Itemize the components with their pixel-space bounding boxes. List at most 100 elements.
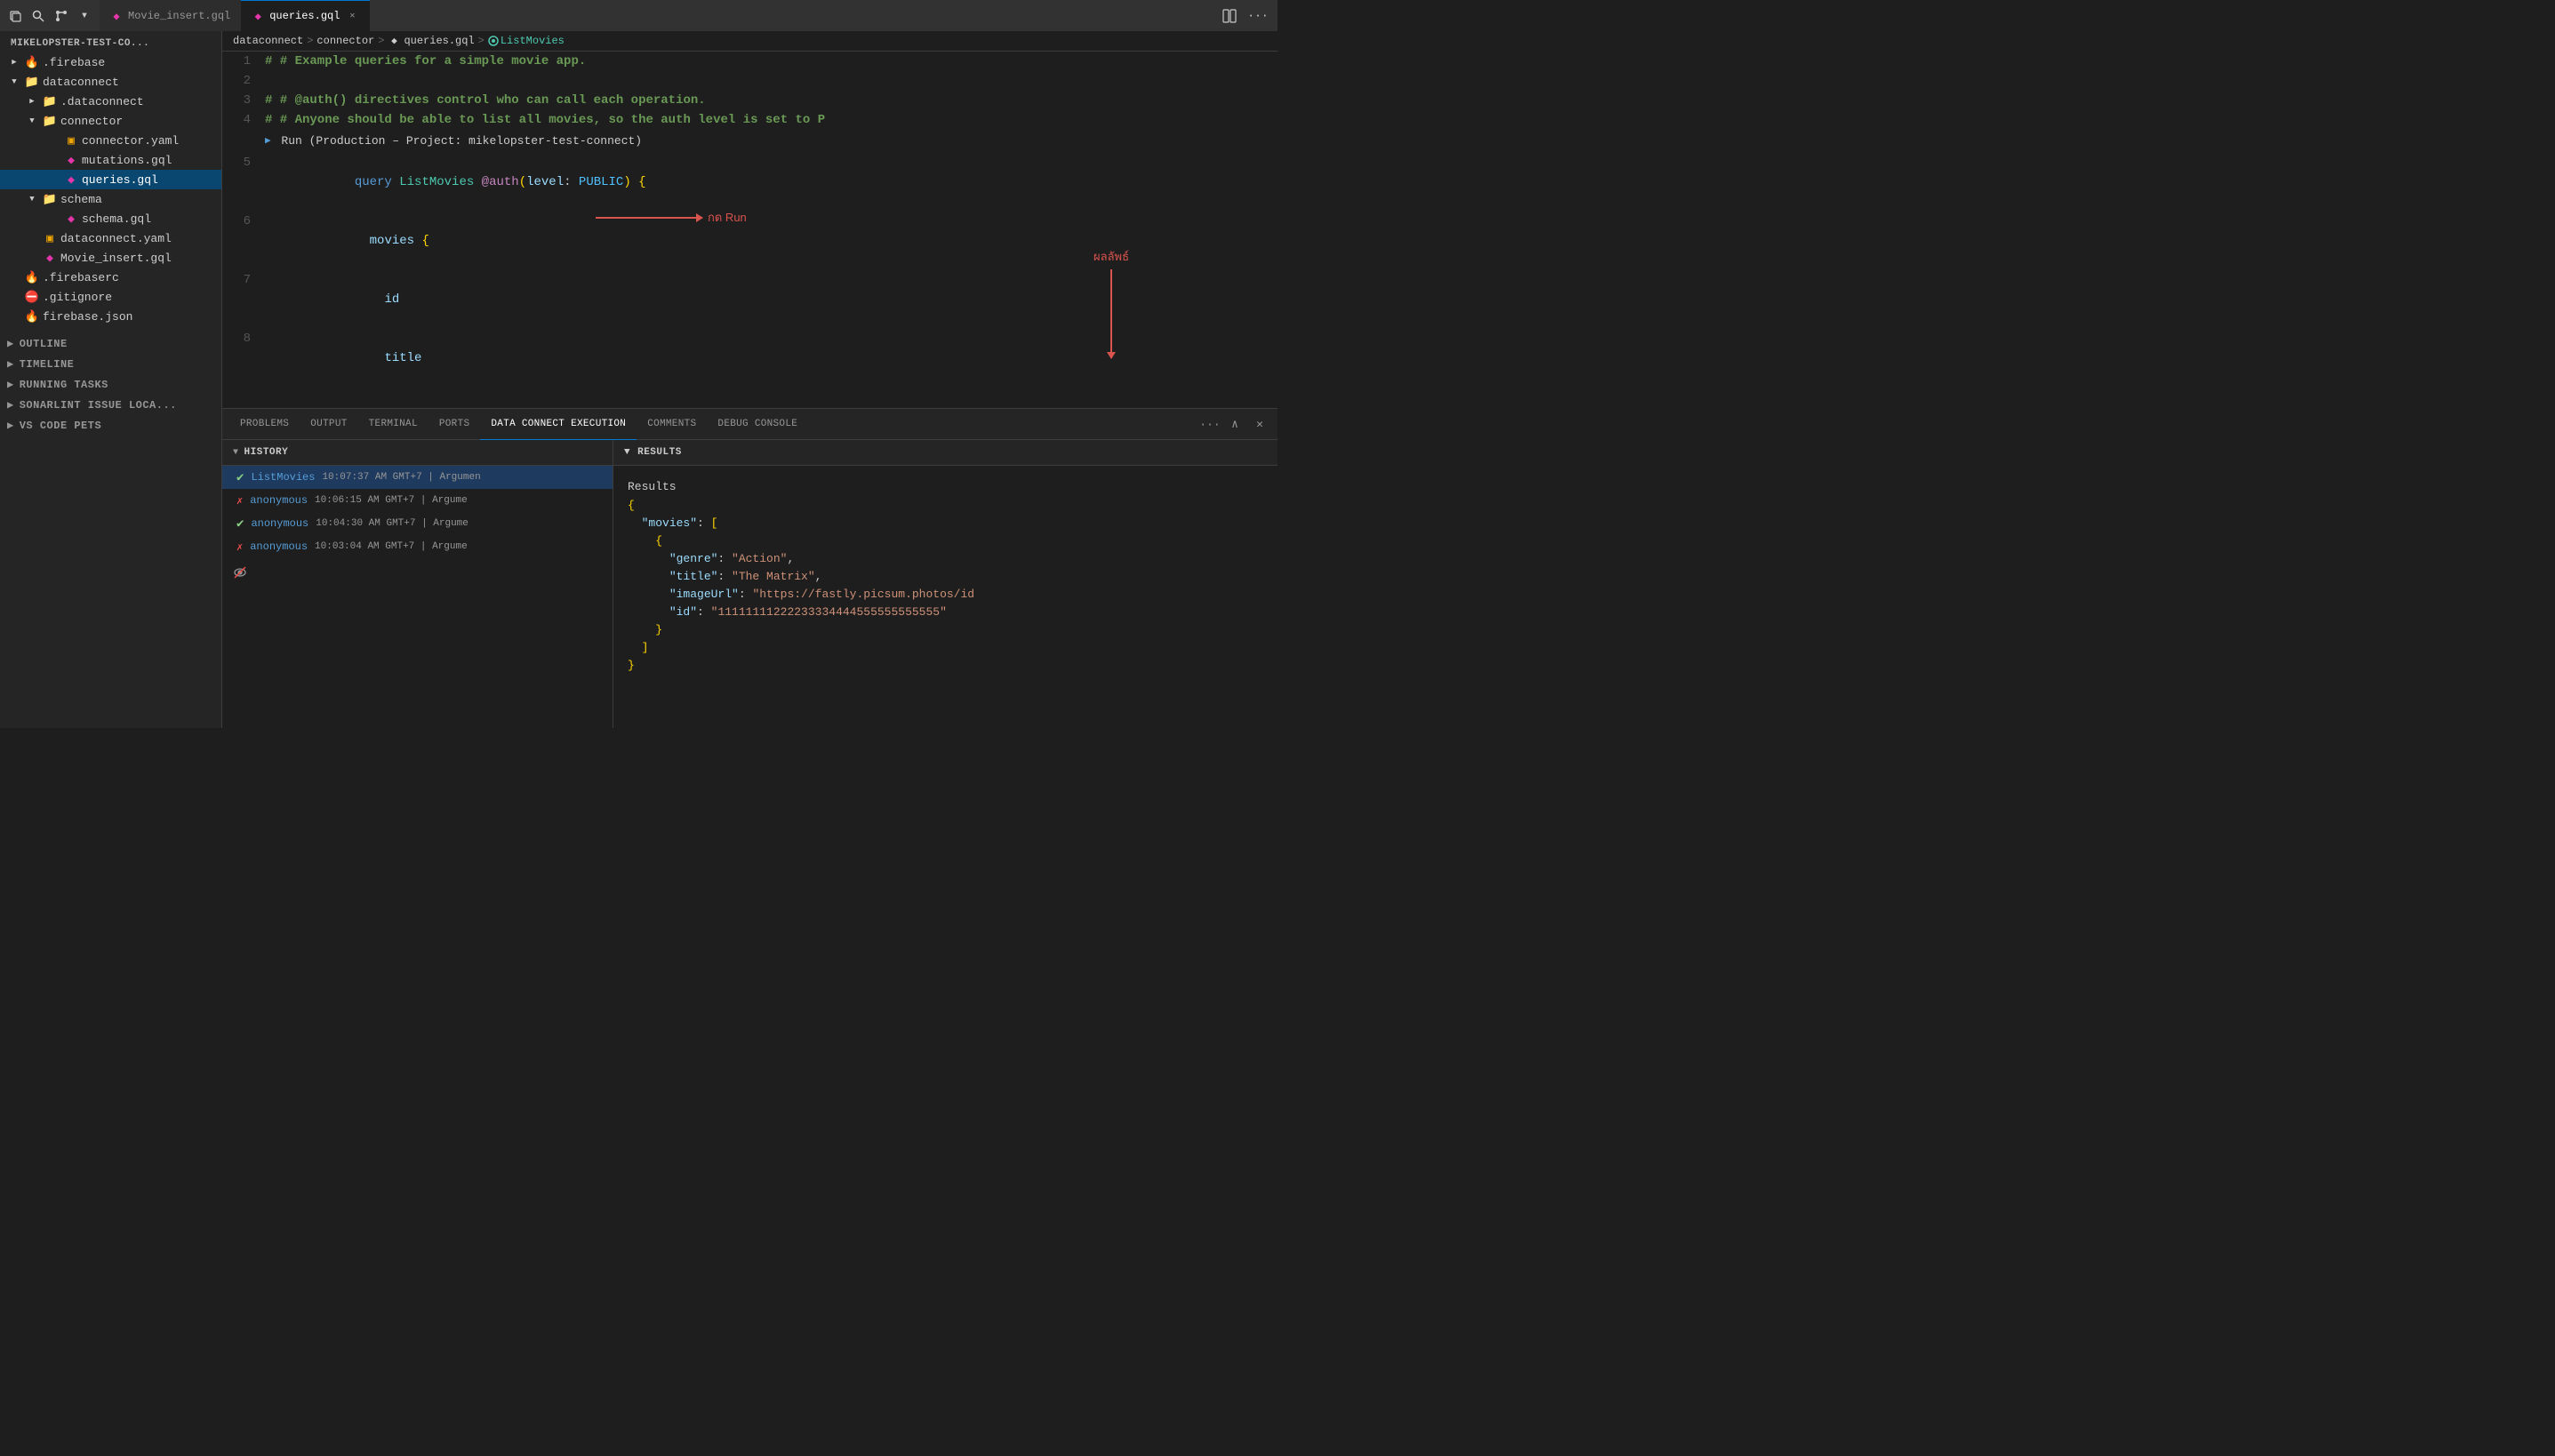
history-panel: ▼ HISTORY ✔ ListMovies 10:07:37 AM GMT+7… [222,440,613,728]
sidebar-item-firebaserc[interactable]: ▶ 🔥 .firebaserc [0,268,221,287]
yaml-file-dataconnect-icon: ▣ [43,231,57,245]
sidebar-item-dataconnect[interactable]: ▼ 📁 dataconnect [0,72,221,92]
sidebar-item-mutations[interactable]: ▶ ◆ mutations.gql [0,150,221,170]
branch-icon[interactable] [53,8,69,24]
code-editor[interactable]: 1 # # Example queries for a simple movie… [222,52,1278,408]
sidebar-item-outline[interactable]: ▶ OUTLINE [0,333,221,354]
main-area: MIKELOPSTER-TEST-CO... ▶ 🔥 .firebase ▼ 📁… [0,31,1278,728]
sidebar-label-queries: queries.gql [82,173,158,187]
sidebar-item-connector[interactable]: ▼ 📁 connector [0,111,221,131]
breadcrumb-gql-icon: ◆ [388,35,400,47]
run-button[interactable]: ▶ Run (Production – Project: mikelopster… [265,132,642,151]
title-bar-actions: ··· [1217,4,1270,28]
firebase-json-icon: 🔥 [25,309,39,324]
folder-icon-dotdataconnect: 📁 [43,94,57,108]
sidebar-label-connector: connector [60,115,123,128]
tree-arrow-schema: ▼ [25,192,39,206]
panel-more-icon[interactable]: ··· [1199,413,1221,435]
sidebar-item-schema[interactable]: ▼ 📁 schema [0,189,221,209]
breadcrumb-list-movies: ListMovies [488,35,565,47]
breadcrumb-connector: connector [316,35,374,47]
sidebar-item-schema-gql[interactable]: ▶ ◆ schema.gql [0,209,221,228]
results-container: ▼ RESULTS Results { "movies": [ { "genre… [613,440,1278,728]
history-item-3[interactable]: ✗ anonymous 10:03:04 AM GMT+7 | Argume [222,535,613,558]
history-item-1[interactable]: ✗ anonymous 10:06:15 AM GMT+7 | Argume [222,489,613,512]
history-item-time-1: 10:06:15 AM GMT+7 | Argume [315,495,468,506]
history-item-name-3: anonymous [250,540,308,553]
tree-arrow-dotdataconnect: ▶ [25,94,39,108]
history-item-0[interactable]: ✔ ListMovies 10:07:37 AM GMT+7 | Argumen [222,466,613,489]
sidebar-label-schema: schema [60,193,102,206]
chevron-down-icon[interactable]: ▾ [76,8,92,24]
breadcrumb: dataconnect > connector > ◆ queries.gql … [222,31,1278,52]
sidebar-item-movie-insert[interactable]: ▶ ◆ Movie_insert.gql [0,248,221,268]
more-actions-icon[interactable]: ··· [1245,4,1270,28]
sidebar-label-firebase-json: firebase.json [43,310,132,324]
gql-file-movie-insert-icon: ◆ [43,251,57,265]
timeline-arrow: ▶ [7,357,14,371]
title-bar: ▾ ◆ Movie_insert.gql ◆ queries.gql ✕ ··· [0,0,1278,31]
sidebar-item-dotdataconnect[interactable]: ▶ 📁 .dataconnect [0,92,221,111]
code-line-6: 6 movies { [222,212,1278,270]
folder-icon-schema: 📁 [43,192,57,206]
tab-terminal[interactable]: TERMINAL [358,409,429,440]
results-panel[interactable]: Results { "movies": [ { "genre": "Action… [613,466,1278,728]
gql-file-icon-active: ◆ [252,10,264,22]
tab-debug-console[interactable]: DEBUG CONSOLE [707,409,808,440]
sidebar-item-running-tasks[interactable]: ▶ RUNNING TASKS [0,374,221,395]
tab-problems[interactable]: PROBLEMS [229,409,300,440]
breadcrumb-queries-gql: queries.gql [404,35,474,47]
sidebar-item-connector-yaml[interactable]: ▶ ▣ connector.yaml [0,131,221,150]
sidebar-item-queries[interactable]: ▶ ◆ queries.gql [0,170,221,189]
outline-label: OUTLINE [20,338,68,350]
tab-data-connect-label: DATA CONNECT EXECUTION [491,419,626,429]
panel-expand-icon[interactable]: ∧ [1224,413,1245,435]
editor-area[interactable]: 1 # # Example queries for a simple movie… [222,52,1278,408]
panel-close-icon[interactable]: ✕ [1249,413,1270,435]
sidebar-item-timeline[interactable]: ▶ TIMELINE [0,354,221,374]
tab-ports[interactable]: PORTS [429,409,481,440]
sidebar-item-firebase[interactable]: ▶ 🔥 .firebase [0,52,221,72]
history-item-name-2: anonymous [251,517,308,530]
sidebar-label-dataconnect-yaml: dataconnect.yaml [60,232,172,245]
code-line-run[interactable]: ▶ Run (Production – Project: mikelopster… [222,132,1278,151]
gql-file-schema-icon: ◆ [64,212,78,226]
layout-icon[interactable] [1217,4,1242,28]
running-tasks-label: RUNNING TASKS [20,379,108,391]
tab-queries[interactable]: ◆ queries.gql ✕ [241,0,370,31]
vscode-pets-arrow: ▶ [7,419,14,432]
panel: PROBLEMS OUTPUT TERMINAL PORTS DATA CONN… [222,408,1278,728]
sidebar: MIKELOPSTER-TEST-CO... ▶ 🔥 .firebase ▼ 📁… [0,31,222,728]
history-item-time-3: 10:03:04 AM GMT+7 | Argume [315,541,468,552]
tab-output-label: OUTPUT [310,419,347,429]
gql-file-queries-icon: ◆ [64,172,78,187]
sidebar-item-dataconnect-yaml[interactable]: ▶ ▣ dataconnect.yaml [0,228,221,248]
code-line-7: 7 id [222,270,1278,329]
tab-data-connect-execution[interactable]: DATA CONNECT EXECUTION [480,409,637,440]
history-item-name-0: ListMovies [251,471,315,484]
vscode-pets-label: VS CODE PETS [20,420,101,432]
sonarlint-arrow: ▶ [7,398,14,412]
sidebar-label-dataconnect: dataconnect [43,76,119,89]
json-output: { "movies": [ { "genre": "Action", "titl… [628,497,1263,675]
sidebar-label-dotdataconnect: .dataconnect [60,95,144,108]
copy-icon[interactable] [7,8,23,24]
tab-debug-label: DEBUG CONSOLE [717,419,797,429]
sidebar-item-gitignore[interactable]: ▶ ⛔ .gitignore [0,287,221,307]
tab-output[interactable]: OUTPUT [300,409,357,440]
results-expand-icon: ▼ [624,447,630,458]
tab-bar: ◆ Movie_insert.gql ◆ queries.gql ✕ [100,0,1210,31]
tab-movie-insert[interactable]: ◆ Movie_insert.gql [100,0,241,31]
sidebar-item-firebase-json[interactable]: ▶ 🔥 firebase.json [0,307,221,326]
tab-close-button[interactable]: ✕ [345,9,359,23]
firebase-folder-icon: 🔥 [25,55,39,69]
code-line-4: 4 # # Anyone should be able to list all … [222,110,1278,130]
search-icon[interactable] [30,8,46,24]
sidebar-item-vscode-pets[interactable]: ▶ VS CODE PETS [0,415,221,436]
sidebar-item-sonarlint[interactable]: ▶ SONARLINT ISSUE LOCA... [0,395,221,415]
history-item-2[interactable]: ✔ anonymous 10:04:30 AM GMT+7 | Argume [222,512,613,535]
sidebar-label-gitignore: .gitignore [43,291,112,304]
history-action-eye[interactable] [229,562,251,583]
tab-comments[interactable]: COMMENTS [637,409,707,440]
sidebar-label-firebaserc: .firebaserc [43,271,119,284]
